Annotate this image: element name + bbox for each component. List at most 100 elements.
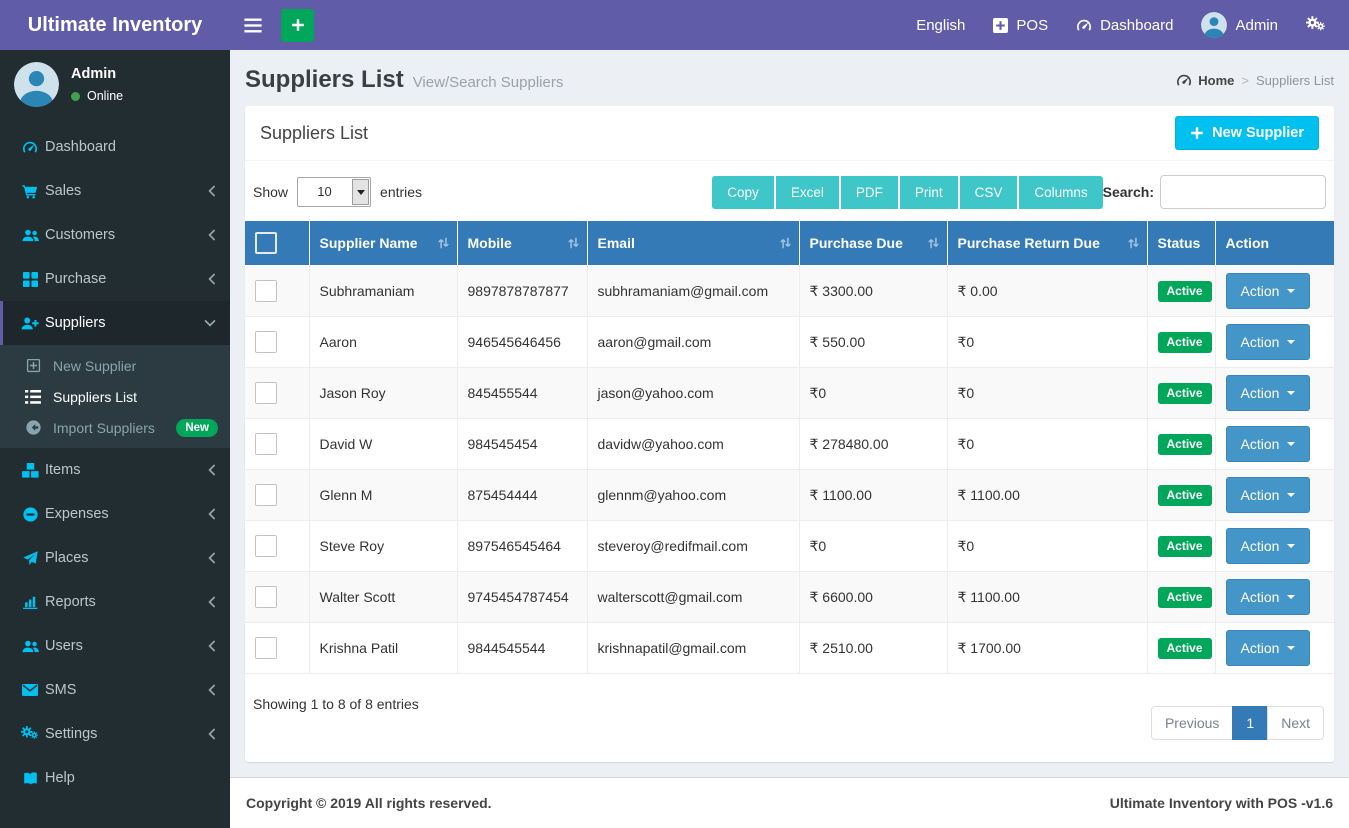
cell-purchase-return-due: ₹0 <box>946 520 1148 572</box>
row-action-button[interactable]: Action <box>1225 375 1311 411</box>
status-badge: Active <box>1157 637 1212 659</box>
chevron-left-icon <box>208 508 216 520</box>
table-info: Showing 1 to 8 of 8 entries <box>253 696 419 712</box>
sidebar-subitem-suppliers-list[interactable]: Suppliers List <box>0 381 230 412</box>
row-select-cell <box>245 520 310 572</box>
navbar-item-pos[interactable]: POS <box>979 0 1062 50</box>
column-header-purchase-due[interactable]: Purchase Due <box>798 221 948 266</box>
row-checkbox[interactable] <box>255 382 277 404</box>
arrow-circle-left-icon <box>24 420 42 435</box>
sidebar-item-label: Help <box>45 770 75 786</box>
cell-purchase-return-due: ₹0 <box>946 367 1148 419</box>
cell-status: Active <box>1146 469 1216 521</box>
plus-icon <box>1190 126 1204 140</box>
sidebar-subitem-import-suppliers[interactable]: Import Suppliers New <box>0 412 230 443</box>
column-header-email[interactable]: Email <box>586 221 800 266</box>
column-header-purchase-return-due[interactable]: Purchase Return Due <box>946 221 1148 266</box>
sidebar-item-label: SMS <box>45 682 77 698</box>
breadcrumb-current: Suppliers List <box>1255 72 1334 88</box>
sidebar-item-settings[interactable]: Settings <box>0 712 230 756</box>
sidebar-item-help[interactable]: Help <box>0 756 230 800</box>
cell-status: Active <box>1146 316 1216 368</box>
column-header-supplier-name[interactable]: Supplier Name <box>308 221 458 266</box>
user-avatar[interactable] <box>14 62 59 107</box>
column-header-mobile[interactable]: Mobile <box>456 221 588 266</box>
sidebar-item-label: Items <box>45 462 81 478</box>
export-columns-button[interactable]: Columns <box>1019 175 1103 209</box>
navbar-item-english[interactable]: English <box>902 0 979 50</box>
chevron-left-icon <box>208 640 216 652</box>
export-csv-button[interactable]: CSV <box>959 175 1018 209</box>
export-print-button[interactable]: Print <box>899 175 958 209</box>
page-length-select[interactable]: 10 <box>297 177 372 207</box>
cell-supplier-name: Jason Roy <box>308 367 458 419</box>
row-checkbox[interactable] <box>255 433 277 455</box>
avatar <box>1201 12 1228 38</box>
sidebar-subitem-label: Suppliers List <box>53 388 138 405</box>
select-all-checkbox[interactable] <box>255 232 277 254</box>
row-action-button[interactable]: Action <box>1225 324 1311 360</box>
table-row: Aaron 946545646456 aaron@gmail.com ₹ 550.00… <box>245 316 1334 368</box>
navbar-item-cogs[interactable] <box>1292 0 1341 50</box>
navbar-item-dashboard[interactable]: Dashboard <box>1062 0 1187 50</box>
sort-icon <box>567 237 580 250</box>
grid-icon <box>15 271 45 287</box>
sidebar-item-label: Sales <box>45 183 82 199</box>
plus-square-o-icon <box>24 358 42 373</box>
content-header: Suppliers List View/Search Suppliers Hom… <box>230 50 1349 104</box>
quick-add-button[interactable] <box>281 8 314 42</box>
row-action-button[interactable]: Action <box>1225 630 1311 666</box>
pagination-page-1-button[interactable]: 1 <box>1232 706 1269 740</box>
row-checkbox[interactable] <box>255 331 277 353</box>
pagination-next-button[interactable]: Next <box>1267 706 1324 740</box>
cell-action: Action <box>1214 622 1334 674</box>
sidebar-toggle-button[interactable] <box>230 0 275 50</box>
caret-down-icon <box>1287 391 1296 395</box>
table-row: Jason Roy 845455544 jason@yahoo.com ₹0 ₹0 Act… <box>245 367 1334 419</box>
user-status: Online <box>71 89 123 103</box>
sidebar-item-sales[interactable]: Sales <box>0 169 230 213</box>
caret-down-icon <box>1287 340 1296 344</box>
chevron-down-icon <box>204 319 216 327</box>
sidebar-subitem-new-supplier[interactable]: New Supplier <box>0 350 230 381</box>
sidebar-item-customers[interactable]: Customers <box>0 213 230 257</box>
cell-email: aaron@gmail.com <box>586 316 800 368</box>
sidebar-item-expenses[interactable]: Expenses <box>0 492 230 536</box>
sidebar-item-reports[interactable]: Reports <box>0 580 230 624</box>
row-checkbox[interactable] <box>255 280 277 302</box>
sidebar-item-purchase[interactable]: Purchase <box>0 257 230 301</box>
entries-label: entries <box>380 184 423 200</box>
sidebar-item-dashboard[interactable]: Dashboard <box>0 125 230 169</box>
cell-email: walterscott@gmail.com <box>586 571 800 623</box>
sidebar-item-users[interactable]: Users <box>0 624 230 668</box>
tachometer-icon <box>1076 19 1092 32</box>
row-checkbox[interactable] <box>255 535 277 557</box>
row-checkbox[interactable] <box>255 637 277 659</box>
row-action-button[interactable]: Action <box>1225 579 1311 615</box>
sidebar-item-sms[interactable]: SMS <box>0 668 230 712</box>
top-navbar: Ultimate Inventory English POS Dashboard Ad… <box>0 0 1349 50</box>
chevron-left-icon <box>208 728 216 740</box>
row-action-button[interactable]: Action <box>1225 477 1311 513</box>
sidebar-item-places[interactable]: Places <box>0 536 230 580</box>
row-action-button[interactable]: Action <box>1225 426 1311 462</box>
row-action-button[interactable]: Action <box>1225 273 1311 309</box>
pagination-previous-button[interactable]: Previous <box>1150 706 1234 740</box>
navbar-item-admin[interactable]: Admin <box>1187 0 1292 50</box>
search-input[interactable] <box>1160 175 1326 209</box>
sidebar-item-suppliers[interactable]: Suppliers <box>0 301 230 345</box>
export-excel-button[interactable]: Excel <box>775 175 839 209</box>
row-action-button[interactable]: Action <box>1225 528 1311 564</box>
status-badge: Active <box>1157 586 1212 608</box>
row-checkbox[interactable] <box>255 586 277 608</box>
export-copy-button[interactable]: Copy <box>712 175 774 209</box>
sidebar-item-items[interactable]: Items <box>0 448 230 492</box>
new-supplier-button[interactable]: New Supplier <box>1175 116 1319 150</box>
online-dot-icon <box>71 91 80 101</box>
show-label: Show <box>253 184 289 200</box>
breadcrumb-home[interactable]: Home <box>1176 73 1234 88</box>
search-control: Search: <box>1103 175 1326 209</box>
row-checkbox[interactable] <box>255 484 277 506</box>
cell-purchase-return-due: ₹ 1100.00 <box>946 571 1148 623</box>
export-pdf-button[interactable]: PDF <box>840 175 898 209</box>
